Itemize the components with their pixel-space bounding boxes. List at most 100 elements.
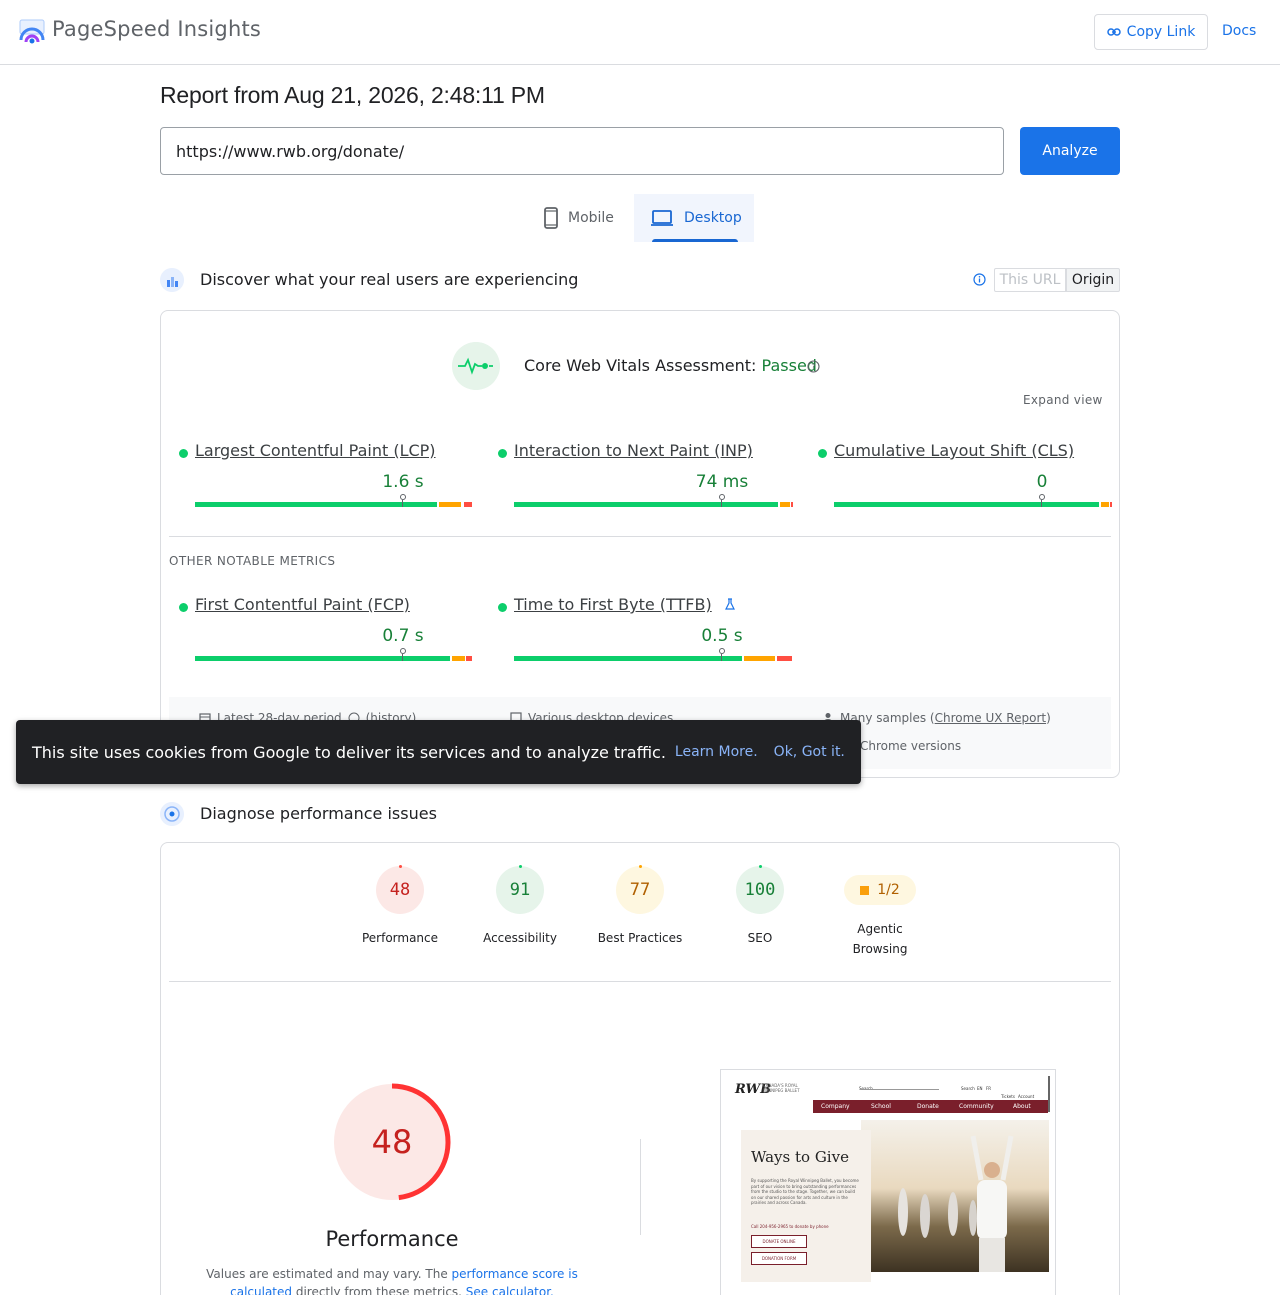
- note-text-1: Values are estimated and may vary. The: [206, 1267, 452, 1281]
- chrome-ux-report-link[interactable]: Chrome UX Report: [935, 711, 1046, 725]
- thumb-util-fr: FR: [986, 1086, 992, 1091]
- thumb-paragraph: By supporting the Royal Winnipeg Ballet,…: [751, 1178, 859, 1205]
- metric-inp: Interaction to Next Paint (INP) 74 ms: [498, 441, 793, 511]
- score-gauge-agentic-browsing[interactable]: 1/2 Agentic Browsing: [830, 866, 930, 959]
- score-accessibility-label: Accessibility: [483, 931, 557, 945]
- cwv-assessment: Core Web Vitals Assessment: Passed: [524, 356, 817, 375]
- metric-cls: Cumulative Layout Shift (CLS) 0: [818, 441, 1112, 511]
- toggle-origin[interactable]: Origin: [1066, 268, 1120, 292]
- thumb-util-en: EN: [977, 1086, 983, 1091]
- metric-ttfb-distribution-bar: [514, 648, 792, 662]
- pagespeed-logo-icon[interactable]: [18, 18, 46, 46]
- expand-view-button[interactable]: Expand view: [1023, 393, 1103, 407]
- thumb-call-text: Call 204-956-2965 to donate by phone: [751, 1224, 829, 1229]
- score-performance: 48: [389, 880, 411, 900]
- thumb-donation-form-button: DONATION FORM: [751, 1252, 807, 1265]
- metric-cls-value: 0: [1036, 472, 1048, 492]
- metric-fcp: First Contentful Paint (FCP) 0.7 s: [179, 595, 472, 665]
- metric-ttfb: Time to First Byte (TTFB) 0.5 s: [498, 595, 792, 665]
- metric-ttfb-value: 0.5 s: [701, 626, 743, 646]
- other-metrics-label: OTHER NOTABLE METRICS: [169, 554, 336, 568]
- tab-desktop[interactable]: Desktop: [634, 194, 754, 242]
- metric-fcp-value: 0.7 s: [382, 626, 424, 646]
- score-accessibility: 91: [509, 880, 531, 900]
- thumb-nav-donate: Donate: [917, 1103, 939, 1110]
- copy-link-button[interactable]: Copy Link: [1094, 14, 1208, 50]
- cookie-ok-button[interactable]: Ok, Got it.: [774, 744, 845, 760]
- thumb-donate-online-button: DONATE ONLINE: [751, 1235, 807, 1248]
- status-dot: [818, 449, 827, 458]
- chrome-versions-label: Chrome versions: [860, 739, 962, 753]
- experimental-flask-icon: [725, 598, 735, 610]
- thumb-search-line: [861, 1089, 939, 1090]
- metric-inp-name[interactable]: Interaction to Next Paint (INP): [514, 441, 753, 460]
- metric-inp-value: 74 ms: [695, 472, 749, 492]
- cwv-assessment-label: Core Web Vitals Assessment:: [524, 356, 757, 375]
- field-section-title: Discover what your real users are experi…: [200, 270, 579, 289]
- status-dot: [498, 449, 507, 458]
- score-seo: 100: [744, 880, 776, 900]
- thumb-scrollbar: [1048, 1076, 1050, 1112]
- thumb-nav-about: About: [1013, 1103, 1031, 1110]
- score-gauge-performance[interactable]: 48 Performance: [350, 865, 450, 948]
- metric-lcp-name[interactable]: Largest Contentful Paint (LCP): [195, 441, 436, 460]
- toggle-this-url[interactable]: This URL: [994, 268, 1066, 292]
- status-dot: [179, 603, 188, 612]
- tab-mobile[interactable]: Mobile: [534, 194, 634, 242]
- diagnose-target-icon: [160, 802, 184, 826]
- thumb-nav-company: Company: [821, 1103, 850, 1110]
- vertical-separator: [640, 1139, 641, 1235]
- score-best-practices: 77: [629, 880, 651, 900]
- performance-label-large: Performance: [325, 1227, 459, 1251]
- info-icon[interactable]: [973, 273, 986, 286]
- thumb-heading: Ways to Give: [751, 1148, 849, 1166]
- score-agentic: 1/2: [877, 882, 900, 898]
- cookie-message: This site uses cookies from Google to de…: [32, 742, 666, 762]
- copy-link-label: Copy Link: [1126, 24, 1196, 40]
- metric-fcp-name[interactable]: First Contentful Paint (FCP): [195, 595, 410, 614]
- url-input[interactable]: [160, 127, 1004, 175]
- metric-inp-distribution-bar: [514, 494, 793, 508]
- status-dot: [179, 449, 188, 458]
- samples-suffix: ): [1046, 711, 1051, 725]
- metric-lcp-value: 1.6 s: [382, 472, 424, 492]
- brand-title[interactable]: PageSpeed Insights: [52, 17, 261, 41]
- help-icon[interactable]: ?: [807, 360, 820, 373]
- performance-score-large: 48: [371, 1123, 413, 1161]
- tab-desktop-label: Desktop: [684, 210, 742, 226]
- score-performance-label: Performance: [361, 931, 439, 945]
- tab-mobile-label: Mobile: [568, 210, 614, 226]
- laptop-icon: [651, 210, 673, 226]
- warning-square-icon: [860, 885, 870, 895]
- docs-link[interactable]: Docs: [1222, 23, 1256, 39]
- mobile-phone-icon: [544, 207, 558, 229]
- active-tab-indicator: [652, 239, 738, 242]
- chrome-versions-info: Chrome versions: [860, 739, 961, 753]
- metric-fcp-distribution-bar: [195, 648, 473, 662]
- score-gauge-best-practices[interactable]: 77 Best Practices: [590, 865, 690, 948]
- scores-divider: [169, 981, 1111, 982]
- status-dot: [498, 603, 507, 612]
- metric-cls-name[interactable]: Cumulative Layout Shift (CLS): [834, 441, 1074, 460]
- see-calculator-link[interactable]: See calculator.: [466, 1285, 554, 1295]
- metrics-divider: [169, 536, 1111, 537]
- link-icon: [1106, 28, 1121, 36]
- score-best-practices-label: Best Practices: [597, 931, 683, 945]
- metric-lcp-distribution-bar: [195, 494, 473, 508]
- thumb-util-account: Account: [1018, 1094, 1035, 1099]
- top-bar: PageSpeed Insights Copy Link Docs: [0, 0, 1280, 65]
- analyze-button[interactable]: Analyze: [1020, 127, 1120, 175]
- page-screenshot-thumbnail[interactable]: RWB CANADA'S ROYAL WINNIPEG BALLET Search…: [720, 1069, 1056, 1295]
- rwb-logo-subtitle: CANADA'S ROYAL WINNIPEG BALLET: [763, 1083, 800, 1093]
- users-experience-icon: [160, 268, 184, 292]
- dancers-photo: [861, 1120, 1049, 1272]
- cookie-banner: This site uses cookies from Google to de…: [16, 720, 861, 784]
- note-text-2: directly from these metrics.: [292, 1285, 466, 1295]
- cookie-learn-more-link[interactable]: Learn More.: [675, 744, 758, 760]
- score-gauge-seo[interactable]: 100 SEO: [710, 865, 810, 948]
- metric-ttfb-name[interactable]: Time to First Byte (TTFB): [514, 595, 712, 614]
- score-seo-label: SEO: [747, 931, 773, 945]
- performance-note: Values are estimated and may vary. The p…: [192, 1265, 592, 1295]
- score-gauge-accessibility[interactable]: 91 Accessibility: [470, 865, 570, 948]
- thumb-util-search: Search: [961, 1086, 975, 1091]
